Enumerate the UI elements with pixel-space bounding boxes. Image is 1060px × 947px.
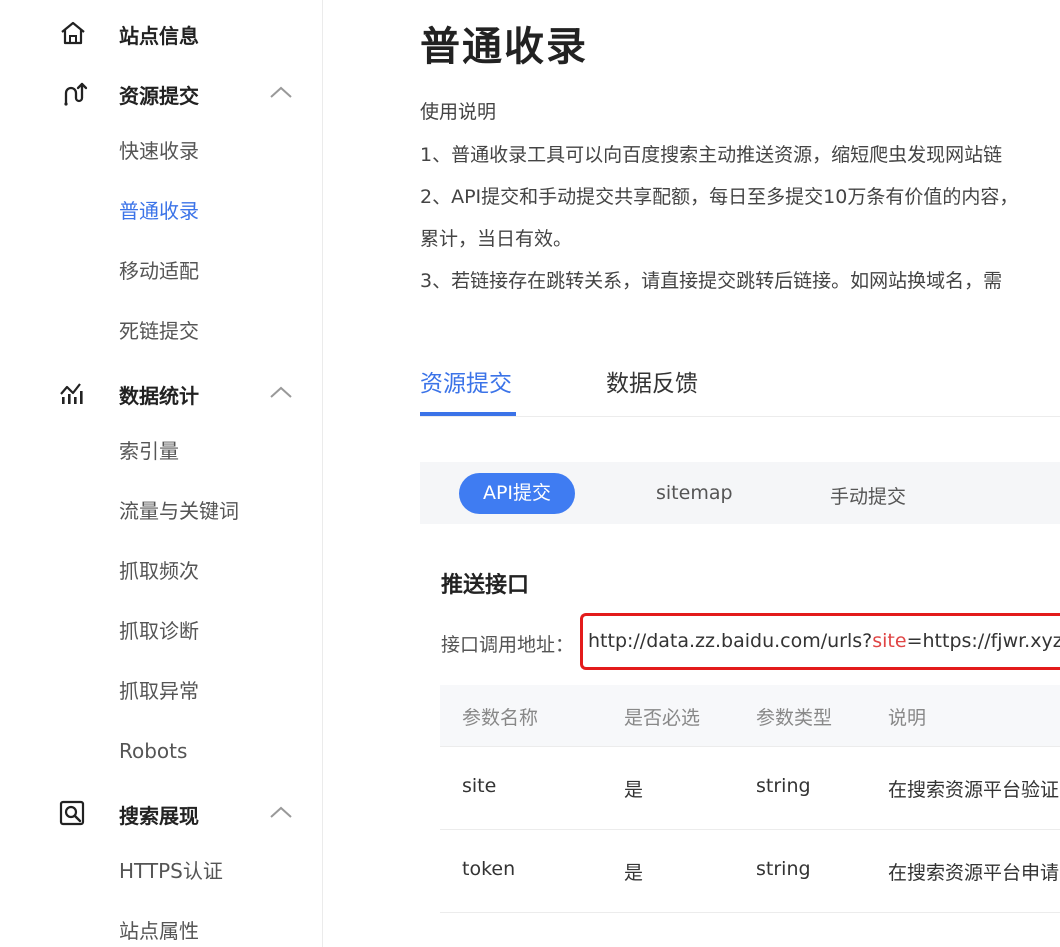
table-cell: 是 (624, 862, 644, 884)
sidebar-group-search-display[interactable]: 搜索展现 (0, 792, 322, 832)
search-display-icon (59, 800, 85, 826)
table-cell: token (462, 858, 516, 880)
column-header: 参数名称 (462, 707, 539, 729)
table-cell: 在搜索资源平台申请 (888, 862, 1060, 884)
sidebar-item-fast-index[interactable]: 快速收录 (119, 136, 199, 166)
sidebar-group-data-stats[interactable]: 数据统计 (0, 372, 322, 412)
column-header: 参数类型 (756, 707, 833, 729)
url-prefix: http://data.zz.baidu.com/urls? (588, 630, 873, 652)
submit-method-bar: API提交 sitemap 手动提交 (420, 462, 1060, 524)
sidebar-group-label: 资源提交 (119, 84, 199, 108)
url-param-site: site (872, 630, 907, 652)
url-suffix: =https://fjwr.xyz (906, 630, 1060, 652)
sidebar-item-traffic-keywords[interactable]: 流量与关键词 (119, 496, 239, 526)
sidebar-group-label: 站点信息 (119, 24, 199, 48)
subtab-manual-submit[interactable]: 手动提交 (830, 482, 906, 509)
table-row: token 是 string 在搜索资源平台申请 (440, 830, 1060, 913)
tab-data-feedback[interactable]: 数据反馈 (606, 364, 698, 398)
sidebar-item-crawl-frequency[interactable]: 抓取频次 (119, 556, 199, 586)
table-cell: site (462, 775, 497, 797)
sidebar-item-crawl-errors[interactable]: 抓取异常 (119, 676, 199, 706)
table-cell: 是 (624, 779, 644, 801)
sidebar-item-site-properties[interactable]: 站点属性 (119, 916, 199, 946)
tab-resource-submit[interactable]: 资源提交 (420, 364, 512, 398)
usage-line-3: 累计，当日有效。 (420, 228, 573, 250)
column-header: 是否必选 (624, 707, 701, 729)
column-header: 说明 (888, 707, 927, 729)
subtab-api-submit[interactable]: API提交 (459, 473, 575, 514)
chevron-up-icon[interactable] (268, 804, 294, 820)
sidebar-item-https[interactable]: HTTPS认证 (119, 856, 223, 886)
usage-line-1: 1、普通收录工具可以向百度搜索主动推送资源，缩短爬虫发现网站链 (420, 144, 1003, 166)
submit-icon (64, 82, 88, 106)
sidebar-item-crawl-diagnosis[interactable]: 抓取诊断 (119, 616, 199, 646)
active-tab-indicator (420, 412, 516, 416)
page-title: 普通收录 (420, 24, 588, 70)
usage-line-4: 3、若链接存在跳转关系，请直接提交跳转后链接。如网站换域名，需 (420, 270, 1003, 292)
sidebar: 站点信息 资源提交 快速收录 普通收录 移动适配 死链提交 数据统计 索引量 流… (0, 0, 323, 947)
sidebar-group-label: 数据统计 (119, 384, 199, 408)
tab-bar: 资源提交 数据反馈 (420, 352, 1060, 417)
sidebar-item-mobile-adapt[interactable]: 移动适配 (119, 256, 199, 286)
sidebar-group-label: 搜索展现 (119, 804, 199, 828)
sidebar-item-dead-link[interactable]: 死链提交 (119, 316, 199, 346)
table-row: site 是 string 在搜索资源平台验证 (440, 747, 1060, 830)
endpoint-label: 接口调用地址： (441, 634, 575, 656)
main-content: 普通收录 使用说明 1、普通收录工具可以向百度搜索主动推送资源，缩短爬虫发现网站… (420, 0, 1060, 947)
table-cell: 在搜索资源平台验证 (888, 779, 1060, 801)
home-icon (61, 21, 85, 45)
chevron-up-icon[interactable] (268, 384, 294, 400)
table-cell: string (756, 858, 811, 880)
stats-icon (60, 383, 83, 404)
sidebar-item-robots[interactable]: Robots (119, 736, 187, 766)
table-cell: string (756, 775, 811, 797)
usage-title: 使用说明 (420, 101, 497, 123)
usage-line-2: 2、API提交和手动提交共享配额，每日至多提交10万条有价值的内容， (420, 186, 1019, 208)
sidebar-group-site-info[interactable]: 站点信息 (0, 12, 322, 52)
endpoint-url-highlight[interactable]: http://data.zz.baidu.com/urls?site=https… (580, 613, 1060, 670)
sidebar-item-index-count[interactable]: 索引量 (119, 436, 179, 466)
section-title-push-api: 推送接口 (441, 573, 530, 598)
table-header: 参数名称 是否必选 参数类型 说明 (440, 685, 1060, 747)
subtab-sitemap[interactable]: sitemap (656, 482, 733, 504)
sidebar-group-resource-submit[interactable]: 资源提交 (0, 72, 322, 112)
chevron-up-icon[interactable] (268, 84, 294, 100)
sidebar-item-normal-index[interactable]: 普通收录 (119, 196, 199, 226)
endpoint-url[interactable]: http://data.zz.baidu.com/urls?site=https… (588, 630, 1060, 652)
